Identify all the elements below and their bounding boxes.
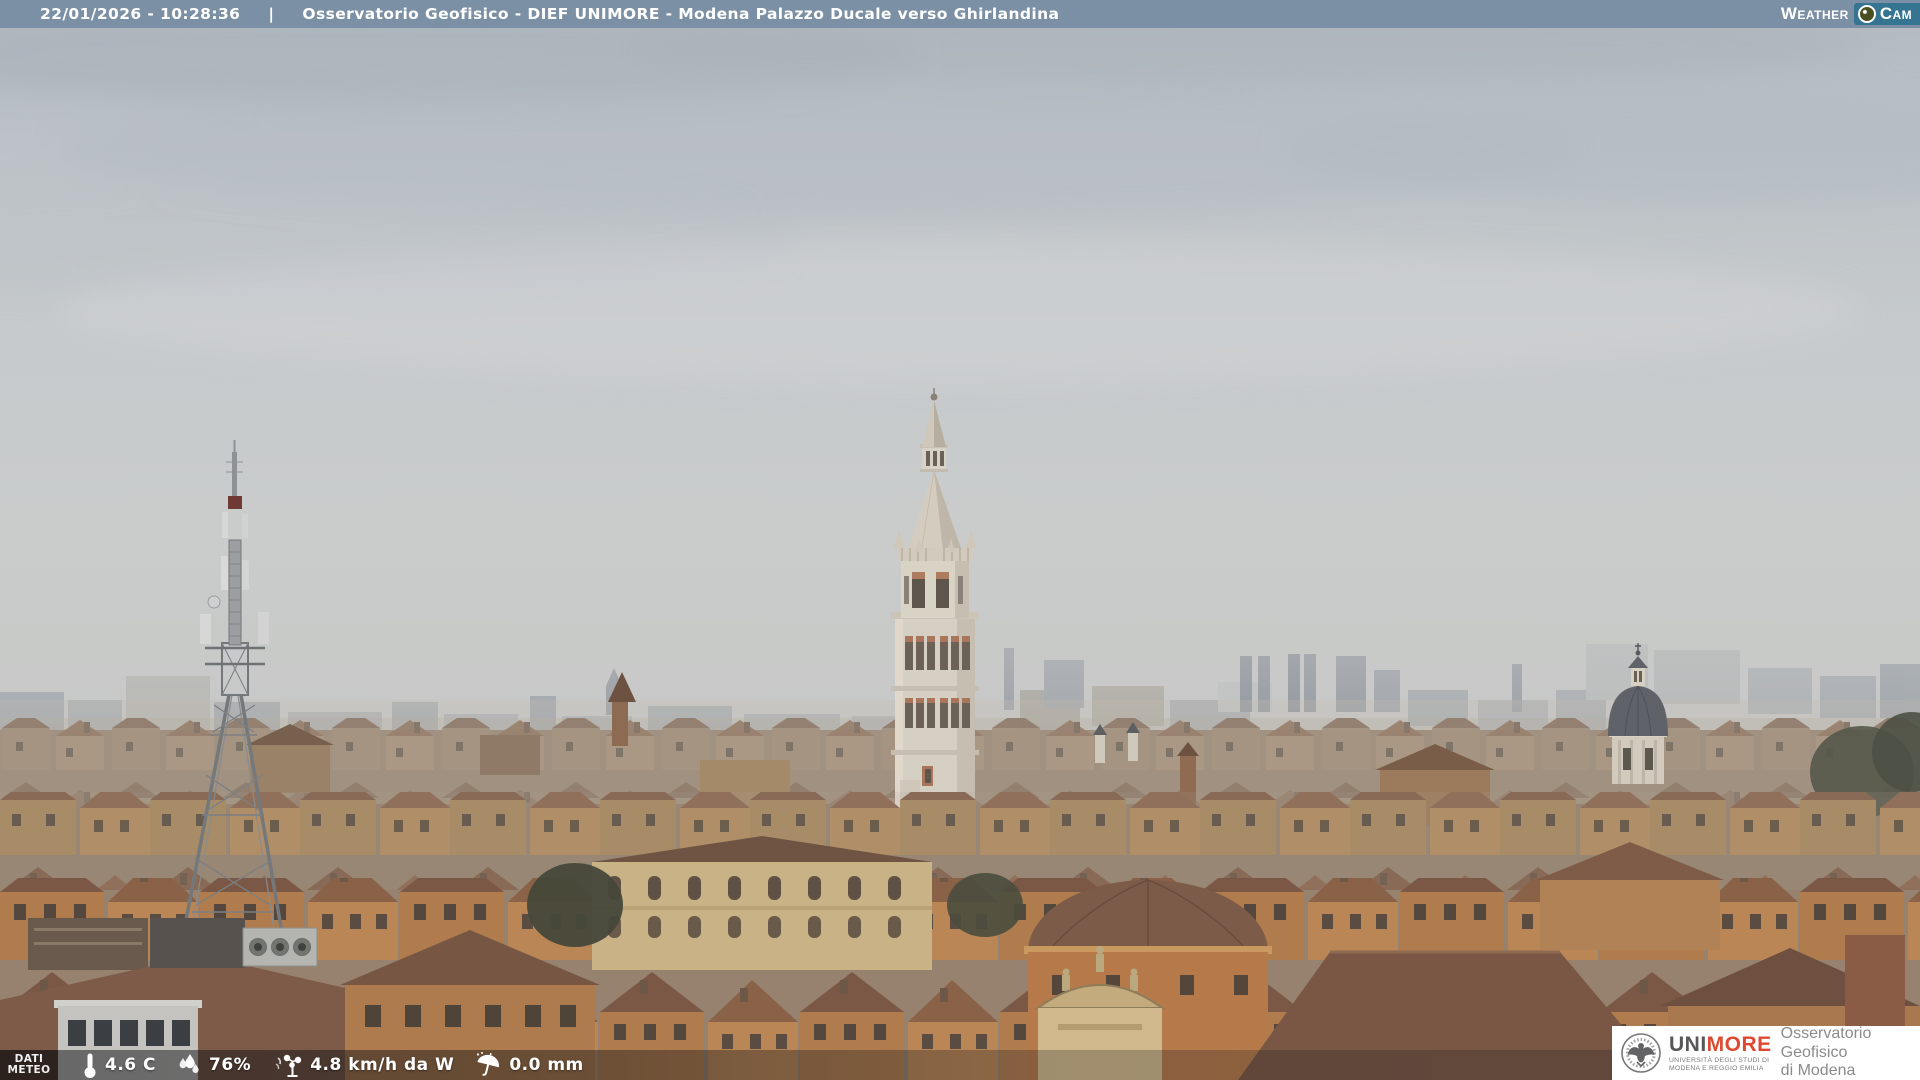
wordmark-uni: UNI — [1669, 1033, 1707, 1056]
observatory-name: Osservatorio Geofisico di Modena — [1781, 1025, 1920, 1080]
timestamp: 22/01/2026 - 10:28:36 — [40, 5, 240, 23]
weathercam-word-cam: Cam — [1880, 4, 1912, 24]
unimore-wordmark: UNIMORE — [1669, 1034, 1772, 1055]
meteo-line: METEO — [8, 1065, 51, 1076]
caption-separator: | — [268, 5, 274, 23]
unimore-credit-box: UNIMORE UNIVERSITÀ DEGLI STUDI DI MODENA… — [1612, 1026, 1920, 1080]
humidity-drops-icon — [176, 1053, 202, 1077]
precipitation-reading: 0.0 mm — [474, 1052, 583, 1078]
observatory-line1: Osservatorio Geofisico — [1781, 1025, 1920, 1062]
city-panorama-photo — [0, 0, 1920, 1080]
observatory-line2: di Modena — [1781, 1062, 1920, 1080]
subtitle-line2: MODENA E REGGIO EMILIA — [1669, 1065, 1772, 1073]
webcam-frame: 22/01/2026 - 10:28:36 | Osservatorio Geo… — [0, 0, 1920, 1080]
humidity-reading: 76% — [176, 1053, 251, 1077]
university-subtitle: UNIVERSITÀ DEGLI STUDI DI MODENA E REGGI… — [1669, 1057, 1772, 1072]
unimore-seal-logo — [1619, 1030, 1663, 1076]
weathercam-badge: Cam — [1854, 3, 1920, 25]
umbrella-icon — [474, 1052, 502, 1078]
subtitle-line1: UNIVERSITÀ DEGLI STUDI DI — [1669, 1057, 1772, 1065]
camera-title: Osservatorio Geofisico - DIEF UNIMORE - … — [302, 5, 1059, 23]
temperature-reading: 4.6 C — [82, 1052, 156, 1079]
precipitation-value: 0.0 mm — [509, 1055, 583, 1075]
dati-meteo-label: DATI METEO — [0, 1050, 58, 1080]
unimore-wordmark-block: UNIMORE UNIVERSITÀ DEGLI STUDI DI MODENA… — [1669, 1034, 1772, 1072]
wind-value: 4.8 km/h da W — [310, 1055, 454, 1075]
weathercam-word-weather: Weather — [1781, 4, 1849, 24]
top-overlay-bar: 22/01/2026 - 10:28:36 | Osservatorio Geo… — [0, 0, 1920, 28]
temperature-value: 4.6 C — [105, 1055, 156, 1075]
camera-lens-icon — [1858, 5, 1876, 23]
camera-caption: 22/01/2026 - 10:28:36 | Osservatorio Geo… — [0, 5, 1059, 23]
thermometer-icon — [82, 1052, 98, 1079]
wind-reading: 4.8 km/h da W — [275, 1052, 454, 1078]
weathercam-logo: Weather Cam — [1781, 0, 1920, 28]
wordmark-more: MORE — [1707, 1033, 1772, 1056]
anemometer-icon — [275, 1052, 303, 1078]
humidity-value: 76% — [209, 1055, 251, 1075]
